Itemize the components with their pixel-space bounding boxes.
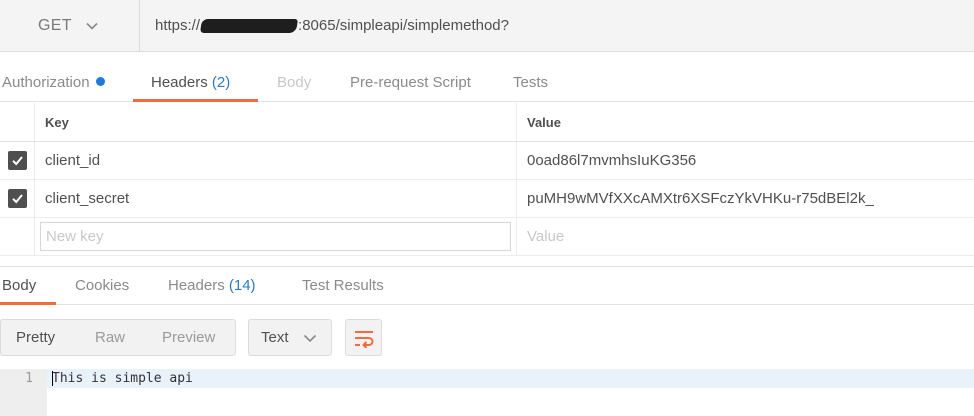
modified-dot-icon xyxy=(95,77,105,86)
checkmark-icon xyxy=(11,194,23,204)
redacted-host xyxy=(200,18,299,33)
tab-response-headers-count: (14) xyxy=(228,277,256,294)
request-tabs: Authorization Headers (2) Body Pre-reque… xyxy=(0,64,974,102)
view-raw-button[interactable]: Raw xyxy=(95,320,125,355)
format-dropdown[interactable]: Text xyxy=(248,319,332,356)
tab-response-body-label: Body xyxy=(2,277,37,294)
response-tabs: Body Cookies Headers (14) Test Results xyxy=(0,266,974,305)
header-check-cell xyxy=(0,103,35,141)
header-row-check-cell xyxy=(0,180,35,217)
header-key[interactable]: client_id xyxy=(36,142,517,179)
tab-body-label: Body xyxy=(277,74,312,91)
view-mode-group: Pretty Raw Preview xyxy=(0,319,236,356)
chevron-down-icon xyxy=(303,334,316,342)
tab-cookies-label: Cookies xyxy=(75,277,130,294)
tab-response-body[interactable]: Body xyxy=(2,267,36,304)
tab-tests-label: Tests xyxy=(513,74,549,91)
tab-test-results[interactable]: Test Results xyxy=(302,267,384,304)
tab-authorization[interactable]: Authorization xyxy=(2,64,105,102)
headers-table: Key Value client_id 0oad86l7mvmhsIuKG356… xyxy=(0,103,974,256)
view-pretty-button[interactable]: Pretty xyxy=(16,320,55,355)
tab-test-results-label: Test Results xyxy=(302,277,384,294)
wrap-lines-icon xyxy=(354,330,373,348)
method-select[interactable]: GET xyxy=(0,0,140,51)
tab-headers[interactable]: Headers (2) xyxy=(151,64,230,102)
view-preview-button[interactable]: Preview xyxy=(162,320,215,355)
new-key-input[interactable] xyxy=(40,222,511,251)
wrap-lines-button[interactable] xyxy=(345,319,382,356)
request-bar: GET https:// :8065/simpleapi/simplemetho… xyxy=(0,0,974,52)
method-label: GET xyxy=(38,16,72,34)
key-column-header: Key xyxy=(36,103,517,141)
new-value-cell[interactable]: Value xyxy=(518,218,974,255)
new-value-placeholder: Value xyxy=(527,228,565,245)
header-enabled-checkbox[interactable] xyxy=(7,151,27,170)
tab-headers-label: Headers xyxy=(151,74,208,91)
url-input[interactable]: https:// :8065/simpleapi/simplemethod? xyxy=(141,0,974,51)
active-tab-underline xyxy=(0,302,56,305)
header-value[interactable]: puMH9wMVfXXcAMXtr6XSFczYkVHKu-r75dBEl2k_ xyxy=(518,180,974,217)
header-key[interactable]: client_secret xyxy=(36,180,517,217)
tab-cookies[interactable]: Cookies xyxy=(75,267,129,304)
headers-table-header: Key Value xyxy=(0,103,974,142)
line-number: 1 xyxy=(25,371,33,386)
tab-body[interactable]: Body xyxy=(277,64,311,102)
tab-response-headers[interactable]: Headers (14) xyxy=(168,267,256,304)
checkmark-icon xyxy=(11,156,23,166)
header-value[interactable]: 0oad86l7mvmhsIuKG356 xyxy=(518,142,974,179)
tab-headers-count: (2) xyxy=(211,74,231,91)
header-enabled-checkbox[interactable] xyxy=(7,189,27,208)
active-tab-underline xyxy=(133,99,258,102)
new-header-row: Value xyxy=(0,218,974,256)
text-caret xyxy=(52,371,53,386)
new-row-check-cell xyxy=(0,218,35,255)
header-row: client_secret puMH9wMVfXXcAMXtr6XSFczYkV… xyxy=(0,180,974,218)
url-suffix: :8065/simpleapi/simplemethod? xyxy=(298,17,509,34)
chevron-down-icon xyxy=(86,22,98,30)
format-label: Text xyxy=(261,329,289,346)
header-row-check-cell xyxy=(0,142,35,179)
header-row: client_id 0oad86l7mvmhsIuKG356 xyxy=(0,142,974,180)
tab-response-headers-label: Headers xyxy=(168,277,225,294)
tab-pre-request-script-label: Pre-request Script xyxy=(350,74,471,91)
tab-pre-request-script[interactable]: Pre-request Script xyxy=(350,64,471,102)
code-line: This is simple api xyxy=(52,371,193,386)
tab-tests[interactable]: Tests xyxy=(513,64,548,102)
tab-authorization-label: Authorization xyxy=(2,74,90,91)
new-key-cell xyxy=(36,218,517,255)
value-column-header: Value xyxy=(527,114,561,130)
url-prefix: https:// xyxy=(155,17,201,34)
response-body-editor[interactable]: 1 This is simple api xyxy=(0,369,974,416)
